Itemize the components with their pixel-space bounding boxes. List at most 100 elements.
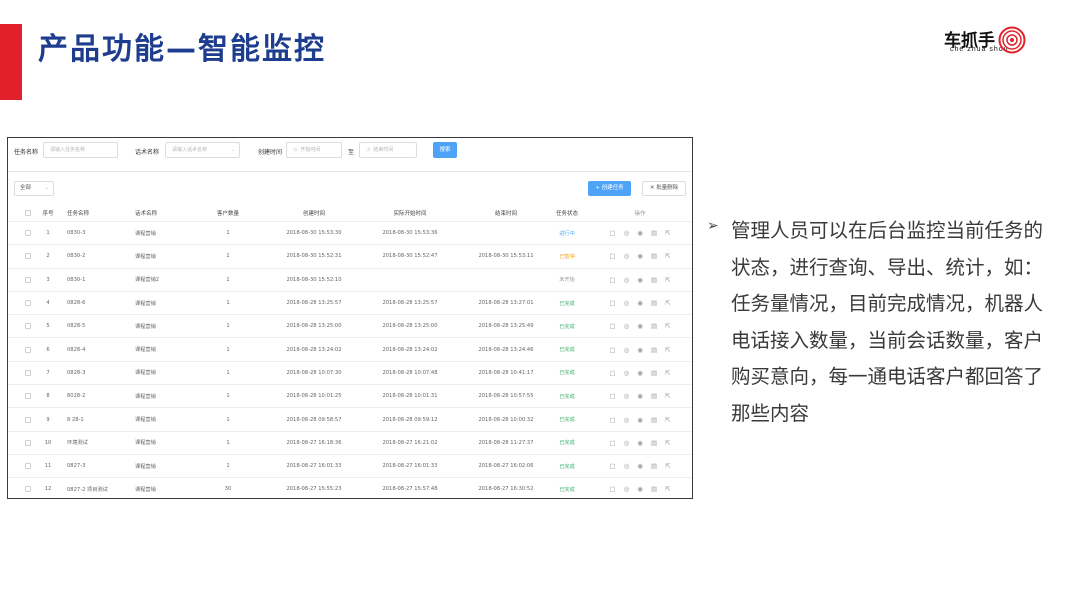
play-icon[interactable]: ◉: [637, 276, 643, 284]
export-icon[interactable]: ⇱: [665, 346, 670, 354]
row-checkbox[interactable]: [25, 346, 31, 353]
row-status: 已完成: [559, 323, 575, 330]
row-status: 进行中: [559, 230, 575, 237]
pause-icon[interactable]: ◎: [624, 369, 630, 377]
row-script-name: 课程营销: [135, 230, 156, 237]
play-icon[interactable]: ◉: [637, 416, 643, 424]
report-icon[interactable]: ▤: [651, 416, 657, 424]
report-icon[interactable]: ▤: [651, 346, 657, 354]
play-icon[interactable]: ◉: [637, 485, 643, 493]
play-icon[interactable]: ◉: [637, 392, 643, 400]
pause-icon[interactable]: ◎: [624, 392, 630, 400]
export-icon[interactable]: ⇱: [665, 439, 670, 447]
play-icon[interactable]: ◉: [637, 369, 643, 377]
row-checkbox[interactable]: [25, 486, 31, 493]
row-status: 已完成: [559, 370, 575, 377]
report-icon[interactable]: ▤: [651, 369, 657, 377]
report-icon[interactable]: ▤: [651, 252, 657, 260]
select-all-checkbox[interactable]: [25, 209, 31, 216]
row-checkbox[interactable]: [25, 323, 31, 330]
play-icon[interactable]: ◉: [637, 322, 643, 330]
report-icon[interactable]: ▤: [651, 229, 657, 237]
row-operations: □ ◎ ◉ ▤ ⇱: [604, 315, 676, 337]
row-checkbox[interactable]: [25, 253, 31, 260]
pause-icon[interactable]: ◎: [624, 229, 630, 237]
export-icon[interactable]: ⇱: [665, 416, 670, 424]
row-end-time: 2018-08-28 10:00:32: [478, 416, 534, 423]
report-icon[interactable]: ▤: [651, 439, 657, 447]
row-operations: □ ◎ ◉ ▤ ⇱: [604, 432, 676, 454]
pause-icon[interactable]: ◎: [624, 485, 630, 493]
pause-icon[interactable]: ◎: [624, 252, 630, 260]
edit-icon[interactable]: □: [609, 276, 615, 284]
report-icon[interactable]: ▤: [651, 322, 657, 330]
report-icon[interactable]: ▤: [651, 299, 657, 307]
task-name-input[interactable]: 请输入任务名称: [43, 142, 118, 158]
row-seq: 9: [46, 416, 50, 423]
play-icon[interactable]: ◉: [637, 229, 643, 237]
export-icon[interactable]: ⇱: [665, 252, 670, 260]
export-icon[interactable]: ⇱: [665, 276, 670, 284]
report-icon[interactable]: ▤: [651, 485, 657, 493]
pause-icon[interactable]: ◎: [624, 346, 630, 354]
row-checkbox[interactable]: [25, 393, 31, 400]
row-checkbox[interactable]: [25, 463, 31, 470]
row-start-time: 2018-08-27 16:01:33: [382, 463, 438, 470]
pause-icon[interactable]: ◎: [624, 416, 630, 424]
create-task-button[interactable]: + 创建任务: [588, 181, 631, 196]
row-checkbox[interactable]: [25, 416, 31, 423]
pause-icon[interactable]: ◎: [624, 276, 630, 284]
row-checkbox[interactable]: [25, 230, 31, 237]
edit-icon[interactable]: □: [609, 322, 615, 330]
row-operations: □ ◎ ◉ ▤ ⇱: [604, 245, 676, 267]
export-icon[interactable]: ⇱: [665, 392, 670, 400]
row-checkbox[interactable]: [25, 439, 31, 446]
edit-icon[interactable]: □: [609, 439, 615, 447]
row-end-time: 2018-08-28 10:41:17: [478, 369, 534, 376]
export-icon[interactable]: ⇱: [665, 369, 670, 377]
export-icon[interactable]: ⇱: [665, 229, 670, 237]
batch-delete-button[interactable]: ✕ 批量删除: [642, 181, 686, 196]
report-icon[interactable]: ▤: [651, 392, 657, 400]
edit-icon[interactable]: □: [609, 346, 615, 354]
start-time-input[interactable]: ◷ 开始时间: [286, 142, 342, 158]
play-icon[interactable]: ◉: [637, 346, 643, 354]
edit-icon[interactable]: □: [609, 369, 615, 377]
pause-icon[interactable]: ◎: [624, 322, 630, 330]
script-name-select[interactable]: 请输入话术名称 ⌄: [165, 142, 240, 158]
edit-icon[interactable]: □: [609, 299, 615, 307]
play-icon[interactable]: ◉: [637, 439, 643, 447]
report-icon[interactable]: ▤: [651, 276, 657, 284]
edit-icon[interactable]: □: [609, 252, 615, 260]
row-checkbox[interactable]: [25, 276, 31, 283]
script-name-label: 话术名称: [135, 149, 160, 156]
report-icon[interactable]: ▤: [651, 462, 657, 470]
row-checkbox[interactable]: [25, 369, 31, 376]
end-time-input[interactable]: ◷ 结束时间: [359, 142, 417, 158]
edit-icon[interactable]: □: [609, 462, 615, 470]
edit-icon[interactable]: □: [609, 485, 615, 493]
row-task-name: 8028-2: [67, 393, 86, 400]
table-row: 9 8 28-1 课程营销 1 2018-08-28 09:58:57 2018-08-2…: [8, 408, 692, 432]
export-icon[interactable]: ⇱: [665, 462, 670, 470]
pause-icon[interactable]: ◎: [624, 439, 630, 447]
row-task-name: 8 28-1: [67, 416, 84, 423]
pause-icon[interactable]: ◎: [624, 462, 630, 470]
export-icon[interactable]: ⇱: [665, 322, 670, 330]
edit-icon[interactable]: □: [609, 229, 615, 237]
row-customer-count: 1: [226, 300, 230, 307]
export-icon[interactable]: ⇱: [665, 485, 670, 493]
row-checkbox[interactable]: [25, 300, 31, 307]
search-button[interactable]: 搜索: [433, 142, 457, 158]
row-seq: 8: [46, 393, 50, 400]
export-icon[interactable]: ⇱: [665, 299, 670, 307]
play-icon[interactable]: ◉: [637, 462, 643, 470]
pause-icon[interactable]: ◎: [624, 299, 630, 307]
task-name-label: 任务名称: [14, 149, 39, 156]
play-icon[interactable]: ◉: [637, 252, 643, 260]
edit-icon[interactable]: □: [609, 392, 615, 400]
status-filter-select[interactable]: 全部 ⌄: [14, 181, 54, 196]
play-icon[interactable]: ◉: [637, 299, 643, 307]
row-customer-count: 1: [226, 323, 230, 330]
edit-icon[interactable]: □: [609, 416, 615, 424]
